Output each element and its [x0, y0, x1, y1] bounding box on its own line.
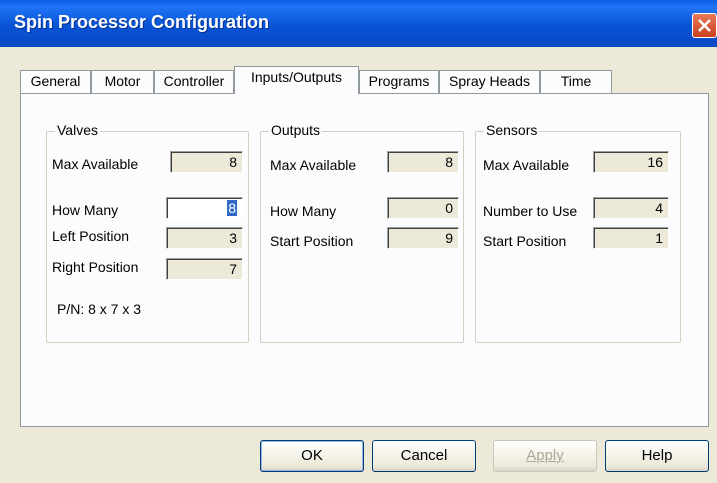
tab-label: Spray Heads: [449, 73, 530, 89]
tab-label: Inputs/Outputs: [250, 69, 343, 85]
valves-how-many-input[interactable]: 8: [166, 197, 243, 219]
valves-legend: Valves: [55, 122, 100, 138]
tab-label: General: [30, 73, 81, 89]
sensors-start-position-field: 1: [593, 227, 669, 249]
outputs-how-many-field: 0: [387, 197, 459, 219]
sensors-max-available-field: 16: [593, 151, 669, 173]
tab-inputs-outputs[interactable]: Inputs/Outputs: [234, 66, 359, 94]
tab-general[interactable]: General: [20, 70, 91, 93]
ok-button[interactable]: OK: [260, 440, 364, 472]
tab-label: Motor: [104, 73, 141, 89]
tab-time[interactable]: Time: [540, 70, 612, 93]
sensors-start-position-label: Start Position: [483, 233, 567, 249]
outputs-start-position-field: 9: [387, 227, 459, 249]
valves-left-position-label: Left Position: [52, 228, 130, 244]
tab-label: Time: [560, 73, 592, 89]
valves-how-many-value: 8: [227, 200, 237, 216]
cancel-button[interactable]: Cancel: [372, 440, 476, 472]
sensors-number-to-use-label: Number to Use: [483, 203, 578, 219]
close-icon: [698, 19, 711, 32]
tab-motor[interactable]: Motor: [91, 70, 154, 93]
sensors-legend: Sensors: [484, 122, 540, 138]
outputs-how-many-label: How Many: [270, 203, 337, 219]
close-button[interactable]: [692, 13, 717, 38]
valves-max-available-field: 8: [170, 151, 243, 173]
outputs-legend: Outputs: [269, 122, 323, 138]
outputs-max-available-label: Max Available: [270, 157, 357, 173]
valves-part-number: P/N: 8 x 7 x 3: [57, 301, 142, 317]
outputs-start-position-label: Start Position: [270, 233, 354, 249]
tab-controller[interactable]: Controller: [154, 70, 234, 93]
tab-label: Programs: [368, 73, 430, 89]
valves-max-available-label: Max Available: [52, 156, 139, 172]
tab-spray-heads[interactable]: Spray Heads: [439, 70, 540, 93]
title-bar[interactable]: Spin Processor Configuration: [0, 0, 717, 47]
outputs-max-available-field: 8: [387, 151, 459, 173]
apply-button[interactable]: Apply: [493, 440, 597, 472]
sensors-max-available-label: Max Available: [483, 157, 570, 173]
valves-how-many-label: How Many: [52, 202, 119, 218]
tab-label: Controller: [163, 73, 225, 89]
help-button[interactable]: Help: [605, 440, 709, 472]
tab-programs[interactable]: Programs: [359, 70, 439, 93]
valves-right-position-label: Right Position: [52, 259, 139, 275]
valves-right-position-field: 7: [166, 258, 243, 280]
sensors-number-to-use-field: 4: [593, 197, 669, 219]
valves-left-position-field: 3: [166, 227, 243, 249]
window-title: Spin Processor Configuration: [14, 12, 270, 32]
